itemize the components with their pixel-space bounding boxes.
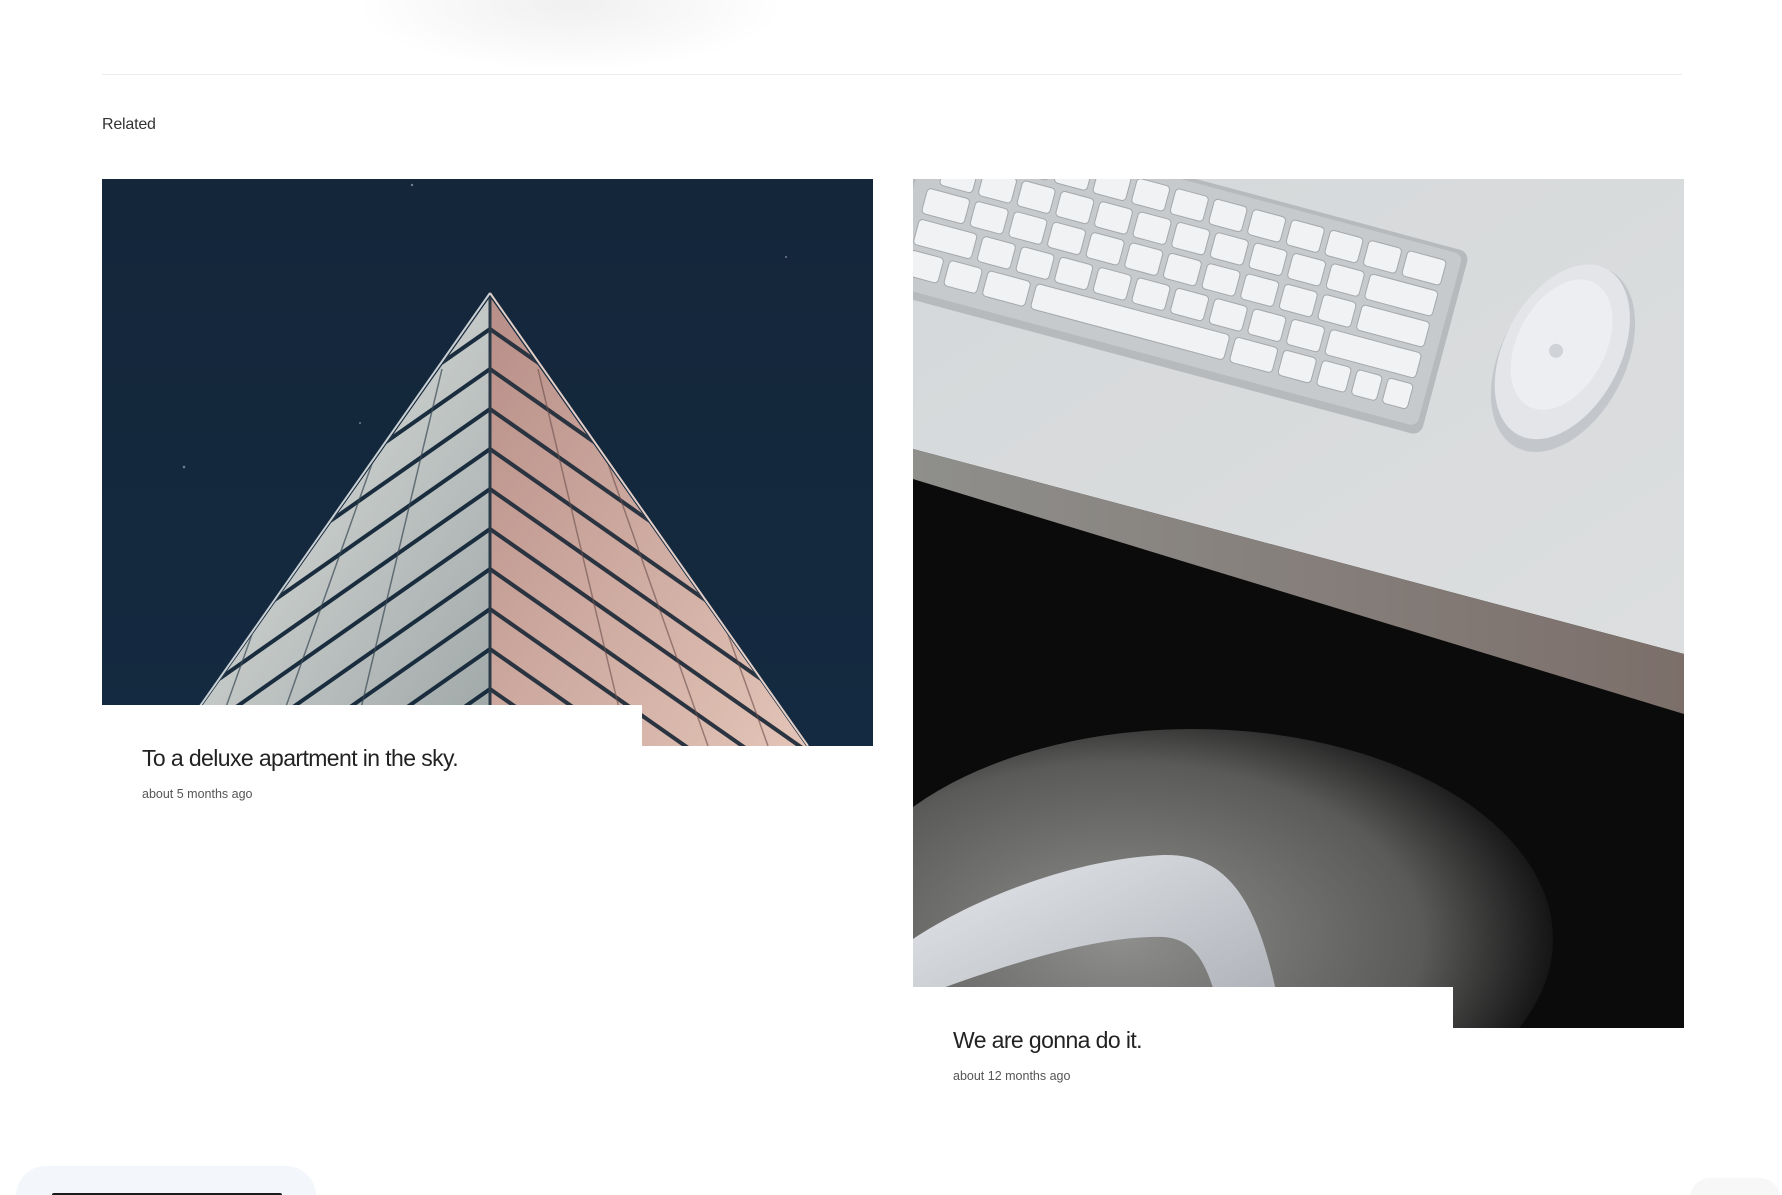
bottom-floating-pill[interactable] [16,1166,316,1195]
card-title[interactable]: To a deluxe apartment in the sky. [142,745,602,773]
related-heading: Related [102,116,156,133]
card-date: about 12 months ago [953,1068,1071,1083]
related-posts-page: Related To a deluxe apartment in the sky… [0,0,1782,1195]
card-image-desk[interactable] [913,179,1684,1028]
card-caption: To a deluxe apartment in the sky. about … [102,705,642,845]
related-card-gonna-do-it[interactable]: We are gonna do it. about 12 months ago [913,179,1684,1127]
desk-photo [913,179,1684,1028]
building-photo [102,179,873,746]
top-fade-shadow [360,0,780,70]
related-card-deluxe-apartment[interactable]: To a deluxe apartment in the sky. about … [102,179,873,845]
section-divider [102,74,1682,75]
card-caption: We are gonna do it. about 12 months ago [913,987,1453,1127]
card-image-building[interactable] [102,179,873,746]
card-date: about 5 months ago [142,786,253,801]
bottom-right-floating-button[interactable] [1690,1178,1780,1195]
card-title[interactable]: We are gonna do it. [953,1027,1413,1055]
